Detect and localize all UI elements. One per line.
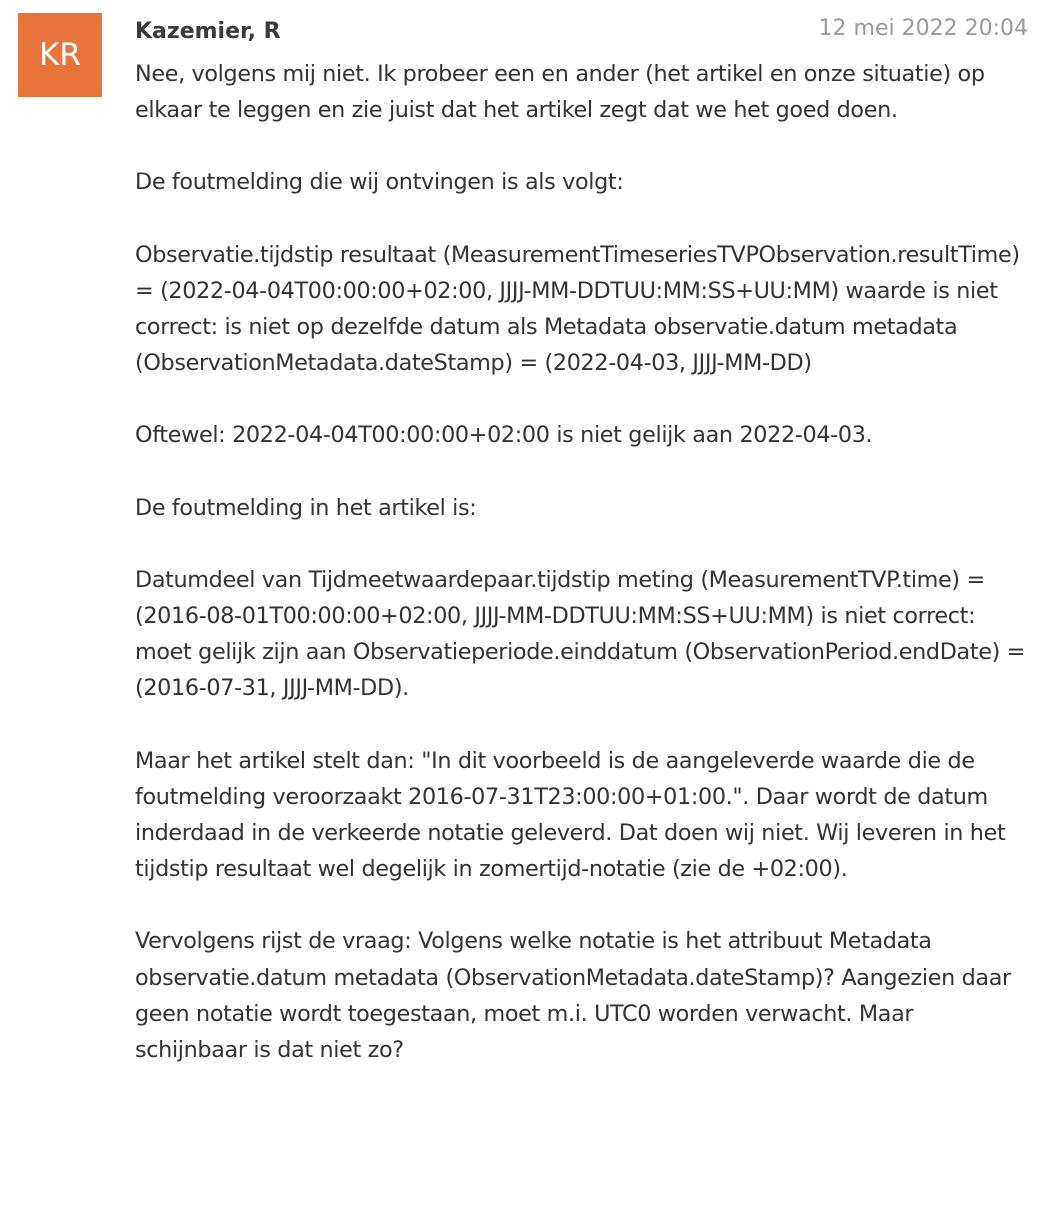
comment-paragraph: Maar het artikel stelt dan: "In dit voor… [135, 747, 1006, 883]
comment-paragraph: Nee, volgens mij niet. Ik probeer een en… [135, 61, 985, 124]
author-name[interactable]: Kazemier, R [135, 14, 281, 50]
comment-paragraph: Oftewel: 2022-04-04T00:00:00+02:00 is ni… [135, 422, 873, 449]
comment-paragraph: Observatie.tijdstip resultaat (Measureme… [135, 241, 1020, 377]
comment: KR Kazemier, R 12 mei 2022 20:04 Nee, vo… [0, 0, 1042, 1228]
comment-paragraph: De foutmelding die wij ontvingen is als … [135, 169, 624, 196]
comment-paragraph: De foutmelding in het artikel is: [135, 494, 477, 521]
comment-body: Nee, volgens mij niet. Ik probeer een en… [135, 56, 1031, 1068]
comment-paragraph: Datumdeel van Tijdmeetwaardepaar.tijdsti… [135, 566, 1026, 702]
comment-timestamp[interactable]: 12 mei 2022 20:04 [819, 11, 1028, 47]
avatar[interactable]: KR [18, 13, 102, 97]
comment-paragraph: Vervolgens rijst de vraag: Volgens welke… [135, 928, 1011, 1064]
